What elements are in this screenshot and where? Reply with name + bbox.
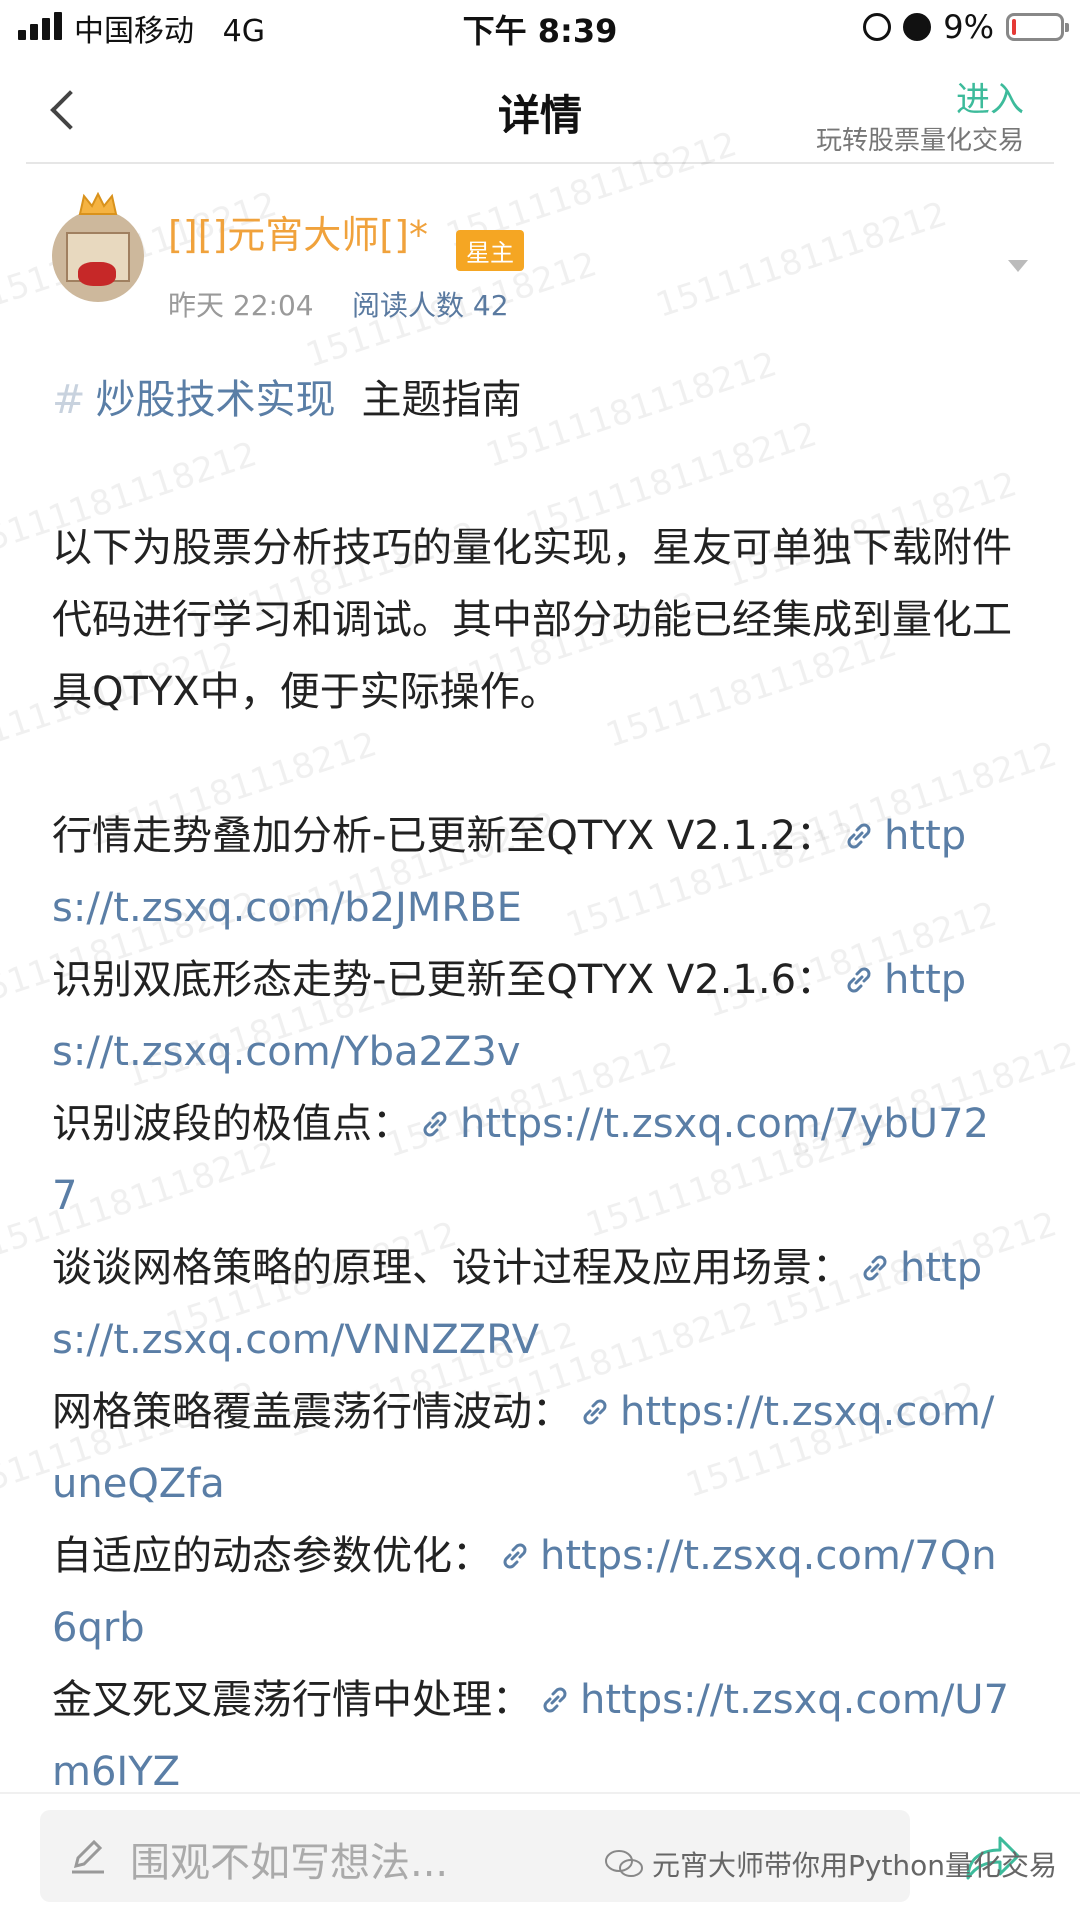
source-watermark: 元宵大师带你用Python量化交易 [604, 1844, 1057, 1884]
link-icon[interactable] [842, 819, 876, 853]
entry-title: 自适应的动态参数优化： [52, 1533, 492, 1579]
pencil-icon [72, 1839, 104, 1874]
topic-tag[interactable]: 炒股技术实现 [96, 377, 336, 423]
battery-percent: 9% [943, 8, 994, 46]
entry-list: 行情走势叠加分析-已更新至QTYX V2.1.2： https://t.zsxq.… [52, 800, 1012, 1808]
link-entry: 行情走势叠加分析-已更新至QTYX V2.1.2： https://t.zsxq.… [52, 800, 1012, 944]
link-icon[interactable] [842, 963, 876, 997]
topic-line: # 炒股技术实现 主题指南 [52, 372, 522, 428]
entry-title: 金叉死叉震荡行情中处理： [52, 1677, 532, 1723]
alarm-icon [903, 13, 932, 41]
nav-bar: 详情 进入 玩转股票量化交易 [0, 58, 1080, 164]
hashtag-icon: # [52, 377, 86, 423]
entry-title: 识别双底形态走势-已更新至QTYX V2.1.6： [52, 957, 837, 1003]
link-entry: 网格策略覆盖震荡行情波动： https://t.zsxq.com/uneQZfa [52, 1376, 1012, 1520]
post-content: 以下为股票分析技巧的量化实现，星友可单独下载附件代码进行学习和调试。其中部分功能… [52, 512, 1012, 1808]
rotation-lock-icon [863, 13, 892, 41]
status-bar: 中国移动 4G 下午 8:39 9% [0, 0, 1080, 56]
watermark-text: 15111181118212 [481, 344, 782, 476]
read-count[interactable]: 阅读人数 42 [352, 284, 509, 324]
link-entry: 识别波段的极值点： https://t.zsxq.com/7ybU727 [52, 1088, 1012, 1232]
avatar[interactable] [52, 210, 144, 302]
link-icon[interactable] [578, 1395, 612, 1429]
author-name[interactable]: [][]元宵大师[]* [168, 204, 428, 259]
wechat-icon [605, 1850, 643, 1877]
link-entry: 自适应的动态参数优化： https://t.zsxq.com/7Qn6qrb [52, 1520, 1012, 1664]
link-entry: 谈谈网格策略的原理、设计过程及应用场景： https://t.zsxq.com/V… [52, 1232, 1012, 1376]
intro-paragraph: 以下为股票分析技巧的量化实现，星友可单独下载附件代码进行学习和调试。其中部分功能… [52, 525, 1012, 715]
more-options-icon[interactable] [1008, 260, 1028, 272]
nav-divider [26, 162, 1054, 164]
battery-icon [1006, 13, 1069, 41]
topic-guide-label: 主题指南 [361, 377, 522, 423]
owner-badge: 星主 [456, 230, 524, 271]
entry-title: 行情走势叠加分析-已更新至QTYX V2.1.2： [52, 813, 837, 859]
group-name[interactable]: 玩转股票量化交易 [816, 120, 1024, 157]
entry-title: 识别波段的极值点： [52, 1101, 412, 1147]
entry-title: 网格策略覆盖震荡行情波动： [52, 1389, 572, 1435]
red-seal-image [78, 262, 116, 286]
link-icon[interactable] [538, 1683, 572, 1717]
enter-group-button[interactable]: 进入 [956, 72, 1024, 121]
link-icon[interactable] [858, 1251, 892, 1285]
entry-title: 谈谈网格策略的原理、设计过程及应用场景： [52, 1245, 852, 1291]
link-icon[interactable] [498, 1539, 532, 1573]
post-time: 昨天 22:04 [168, 289, 314, 322]
comment-placeholder: 围观不如写想法... [130, 1840, 449, 1886]
link-entry: 金叉死叉震荡行情中处理： https://t.zsxq.com/U7m6IYZ [52, 1664, 1012, 1808]
status-right: 9% [863, 8, 1069, 46]
crown-icon [78, 192, 118, 215]
source-watermark-text: 元宵大师带你用Python量化交易 [652, 1849, 1058, 1882]
link-entry: 识别双底形态走势-已更新至QTYX V2.1.6： https://t.zsxq.… [52, 944, 1012, 1088]
link-icon[interactable] [418, 1107, 452, 1141]
post-header: [][]元宵大师[]* 星主 昨天 22:04 阅读人数 42 [52, 192, 1032, 322]
